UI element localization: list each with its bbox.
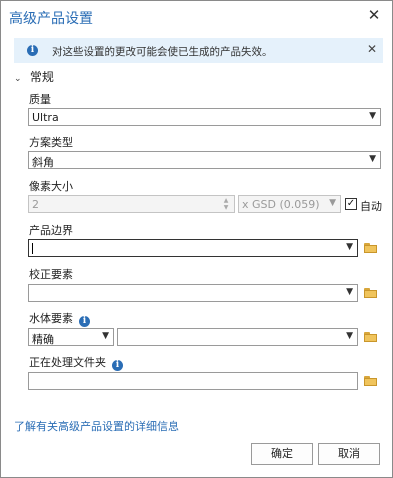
chevron-down-icon: ▼ — [369, 154, 376, 164]
spinner-icon: ▲ ▼ — [223, 197, 229, 211]
cancel-button[interactable]: 取消 — [318, 443, 380, 465]
chevron-down-icon: ▼ — [329, 198, 336, 208]
dialog-title: 高级产品设置 — [9, 11, 93, 27]
chevron-down-icon: ▼ — [346, 287, 353, 297]
text-caret — [32, 243, 33, 254]
quality-value: Ultra — [32, 111, 59, 124]
water-features-dropdown[interactable]: ▼ — [117, 328, 358, 346]
water-features-mode-dropdown[interactable]: 精确 ▼ — [28, 328, 114, 346]
info-icon: i — [27, 45, 38, 56]
banner-close-icon[interactable]: ✕ — [367, 42, 377, 56]
pixel-size-input[interactable]: 2 ▲ ▼ — [28, 195, 235, 213]
title-bar: 高级产品设置 ✕ — [1, 1, 392, 31]
correction-features-label: 校正要素 — [29, 268, 73, 281]
pixel-size-unit-dropdown[interactable]: x GSD (0.059) ▼ — [238, 195, 341, 213]
help-link[interactable]: 了解有关高级产品设置的详细信息 — [14, 418, 179, 434]
auto-label: 自动 — [360, 200, 382, 213]
product-boundary-dropdown[interactable]: ▼ — [28, 239, 358, 257]
chevron-down-icon: ▼ — [346, 331, 353, 341]
ok-button[interactable]: 确定 — [251, 443, 313, 465]
section-label: 常规 — [29, 70, 54, 84]
info-icon[interactable]: i — [79, 316, 90, 327]
chevron-down-icon: ▼ — [369, 111, 376, 121]
water-features-label: 水体要素 i — [29, 310, 90, 327]
section-general-toggle[interactable]: ⌄ 常规 — [14, 68, 54, 85]
chevron-down-icon: ▼ — [102, 331, 109, 341]
folder-icon[interactable] — [364, 332, 377, 342]
folder-icon[interactable] — [364, 288, 377, 298]
scheme-type-label: 方案类型 — [29, 136, 73, 149]
pixel-size-label: 像素大小 — [29, 180, 73, 193]
banner-text: 对这些设置的更改可能会使已生成的产品失效。 — [52, 46, 273, 58]
chevron-down-icon: ▼ — [346, 242, 353, 252]
quality-dropdown[interactable]: Ultra ▼ — [28, 108, 381, 126]
scheme-type-value: 斜角 — [32, 156, 54, 169]
processing-folder-label: 正在处理文件夹 i — [29, 354, 123, 371]
scheme-type-dropdown[interactable]: 斜角 ▼ — [28, 151, 381, 169]
processing-folder-label-text: 正在处理文件夹 — [29, 356, 106, 369]
product-boundary-label: 产品边界 — [29, 224, 73, 237]
auto-checkbox[interactable]: ✓ — [345, 198, 357, 210]
water-features-label-text: 水体要素 — [29, 312, 73, 325]
close-icon[interactable]: ✕ — [366, 7, 382, 23]
processing-folder-input[interactable] — [28, 372, 358, 390]
pixel-size-unit-value: x GSD (0.059) — [242, 198, 320, 211]
advanced-product-settings-dialog: 高级产品设置 ✕ i 对这些设置的更改可能会使已生成的产品失效。 ✕ ⌄ 常规 … — [0, 0, 393, 478]
correction-features-dropdown[interactable]: ▼ — [28, 284, 358, 302]
pixel-size-value: 2 — [32, 198, 39, 211]
folder-icon[interactable] — [364, 376, 377, 386]
chevron-down-icon: ⌄ — [14, 74, 22, 84]
water-features-mode-value: 精确 — [32, 333, 54, 346]
info-banner: i 对这些设置的更改可能会使已生成的产品失效。 ✕ — [14, 38, 383, 63]
folder-icon[interactable] — [364, 243, 377, 253]
info-icon[interactable]: i — [112, 360, 123, 371]
quality-label: 质量 — [29, 93, 51, 106]
